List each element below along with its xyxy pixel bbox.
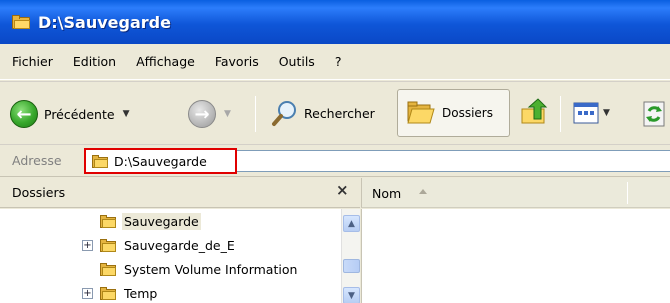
title-bar: D:\Sauvegarde [0,0,670,44]
search-label: Rechercher [304,105,375,121]
column-header-name[interactable]: Nom [372,186,401,201]
folders-pane-header: Dossiers × [0,178,360,208]
menu-edition[interactable]: Edition [73,54,116,69]
address-bar: Adresse D:\Sauvegarde [0,145,670,177]
tree-item-system-volume-information[interactable]: System Volume Information [100,258,299,280]
back-label: Précédente [44,106,115,122]
up-button[interactable] [520,97,550,127]
menu-affichage[interactable]: Affichage [136,54,195,69]
window-title: D:\Sauvegarde [38,12,171,32]
tree-scrollbar[interactable]: ▲ ▼ [341,209,360,303]
back-button[interactable]: ← Précédente ▼ [10,100,130,128]
menu-fichier[interactable]: Fichier [12,54,53,69]
forward-button[interactable]: → ▼ [188,100,231,128]
file-list[interactable] [361,209,670,303]
file-list-header: Nom [361,178,670,208]
close-icon[interactable]: × [336,181,349,199]
scroll-up-icon[interactable]: ▲ [343,215,360,232]
menu-favoris[interactable]: Favoris [215,54,259,69]
views-button[interactable]: ▼ [573,101,610,125]
tree-item-label: Sauvegarde [122,212,201,230]
back-dropdown-icon[interactable]: ▼ [123,109,130,119]
folders-pane-title: Dossiers [12,185,66,200]
tree-item-label: Temp [124,285,158,301]
sync-icon [642,101,666,127]
scrollbar-thumb[interactable] [343,259,360,273]
back-arrow-icon: ← [10,100,38,128]
folder-tree: Sauvegarde + Sauvegarde_de_E System Volu… [0,209,360,303]
forward-dropdown-icon[interactable]: ▼ [224,109,231,119]
up-folder-icon [520,97,550,127]
address-label: Adresse [12,153,62,168]
forward-arrow-icon: → [188,100,216,128]
menu-bar: Fichier Edition Affichage Favoris Outils… [0,44,670,80]
tree-item-sauvegarde[interactable]: Sauvegarde [100,210,201,232]
folders-label: Dossiers [442,106,493,120]
tree-item-label: System Volume Information [124,261,298,277]
expand-icon[interactable]: + [82,287,93,299]
toolbar: ← Précédente ▼ → ▼ Rechercher Dossiers ▼ [0,81,670,145]
views-dropdown-icon[interactable]: ▼ [603,108,610,118]
menu-help[interactable]: ? [335,54,342,69]
scroll-down-icon[interactable]: ▼ [343,287,360,303]
folder-icon [100,238,116,252]
toolbar-separator [560,96,561,132]
address-input-rest[interactable] [237,150,670,172]
folder-icon [100,286,116,300]
folders-icon [406,99,436,127]
folders-button[interactable]: Dossiers [397,89,510,137]
search-button[interactable]: Rechercher [270,98,375,128]
column-divider[interactable] [627,182,628,204]
folder-icon [100,262,116,276]
tree-item-temp[interactable]: + Temp [82,282,159,303]
folder-icon [12,15,30,29]
folder-icon [100,214,116,228]
sync-button[interactable] [642,101,666,127]
tree-item-label: Sauvegarde_de_E [124,237,235,253]
views-icon [573,101,599,125]
toolbar-separator [255,96,256,132]
expand-icon[interactable]: + [82,239,93,251]
tree-item-sauvegarde-de-e[interactable]: + Sauvegarde_de_E [82,234,237,256]
menu-outils[interactable]: Outils [279,54,315,69]
magnifier-icon [270,98,300,128]
address-value: D:\Sauvegarde [114,153,207,169]
sort-ascending-icon [419,189,427,194]
address-input[interactable]: D:\Sauvegarde [84,148,237,174]
folder-icon [92,154,108,168]
